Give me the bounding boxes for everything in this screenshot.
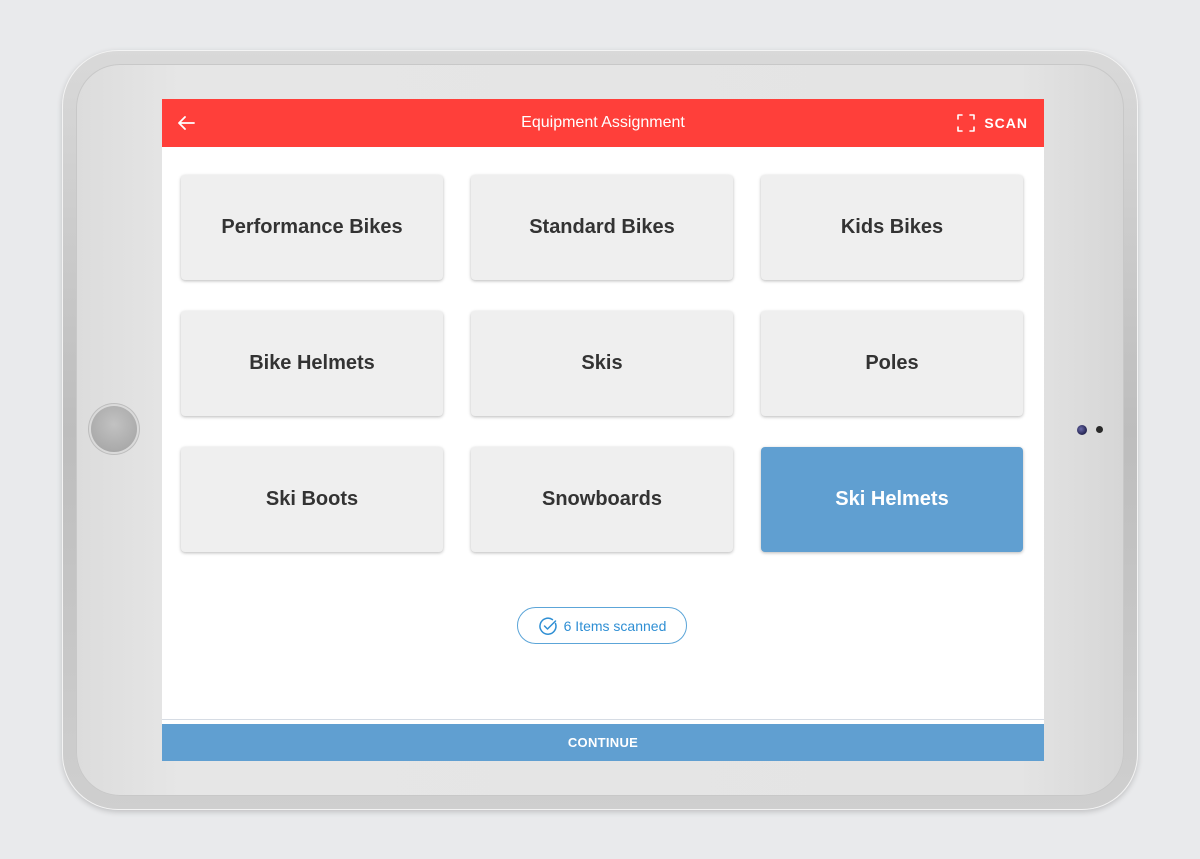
continue-label: CONTINUE [567, 735, 639, 750]
tile-label: Ski Helmets [835, 488, 949, 510]
category-tile-standard-bikes[interactable]: Standard Bikes [471, 175, 733, 280]
category-tile-kids-bikes[interactable]: Kids Bikes [761, 175, 1023, 280]
arrow-left-icon [178, 116, 195, 130]
tile-label: Snowboards [541, 488, 662, 510]
items-scanned-text: 6 Items scanned [563, 617, 667, 634]
tile-label: Poles [865, 352, 919, 374]
category-tile-ski-helmets[interactable]: Ski Helmets [761, 447, 1023, 552]
check-circle-icon [538, 616, 557, 635]
category-tile-poles[interactable]: Poles [761, 311, 1023, 416]
scan-button[interactable]: SCAN [956, 111, 1028, 135]
app-screen: Equipment Assignment SCAN Performance Bi… [162, 99, 1044, 761]
scan-label: SCAN [984, 115, 1028, 131]
category-tile-snowboards[interactable]: Snowboards [471, 447, 733, 552]
continue-button[interactable]: CONTINUE [162, 724, 1044, 761]
category-grid: Performance Bikes Standard Bikes Kids Bi… [181, 175, 1023, 552]
app-bar: Equipment Assignment SCAN [162, 99, 1044, 147]
tile-label: Performance Bikes [221, 216, 403, 238]
category-tile-ski-boots[interactable]: Ski Boots [181, 447, 443, 552]
home-button[interactable] [91, 406, 137, 452]
sensor-icon [1096, 426, 1103, 433]
tile-label: Bike Helmets [249, 352, 375, 374]
tile-label: Ski Boots [265, 488, 359, 510]
camera-icon [1077, 425, 1087, 435]
tile-label: Kids Bikes [840, 216, 944, 238]
items-scanned-badge[interactable]: 6 Items scanned [517, 607, 687, 644]
category-tile-skis[interactable]: Skis [471, 311, 733, 416]
back-button[interactable] [174, 111, 198, 135]
category-tile-performance-bikes[interactable]: Performance Bikes [181, 175, 443, 280]
footer-divider [162, 719, 1044, 720]
tile-label: Standard Bikes [529, 216, 675, 238]
page-title: Equipment Assignment [521, 114, 685, 131]
scan-frame-icon [957, 114, 976, 132]
category-tile-bike-helmets[interactable]: Bike Helmets [181, 311, 443, 416]
tile-label: Skis [581, 352, 623, 374]
